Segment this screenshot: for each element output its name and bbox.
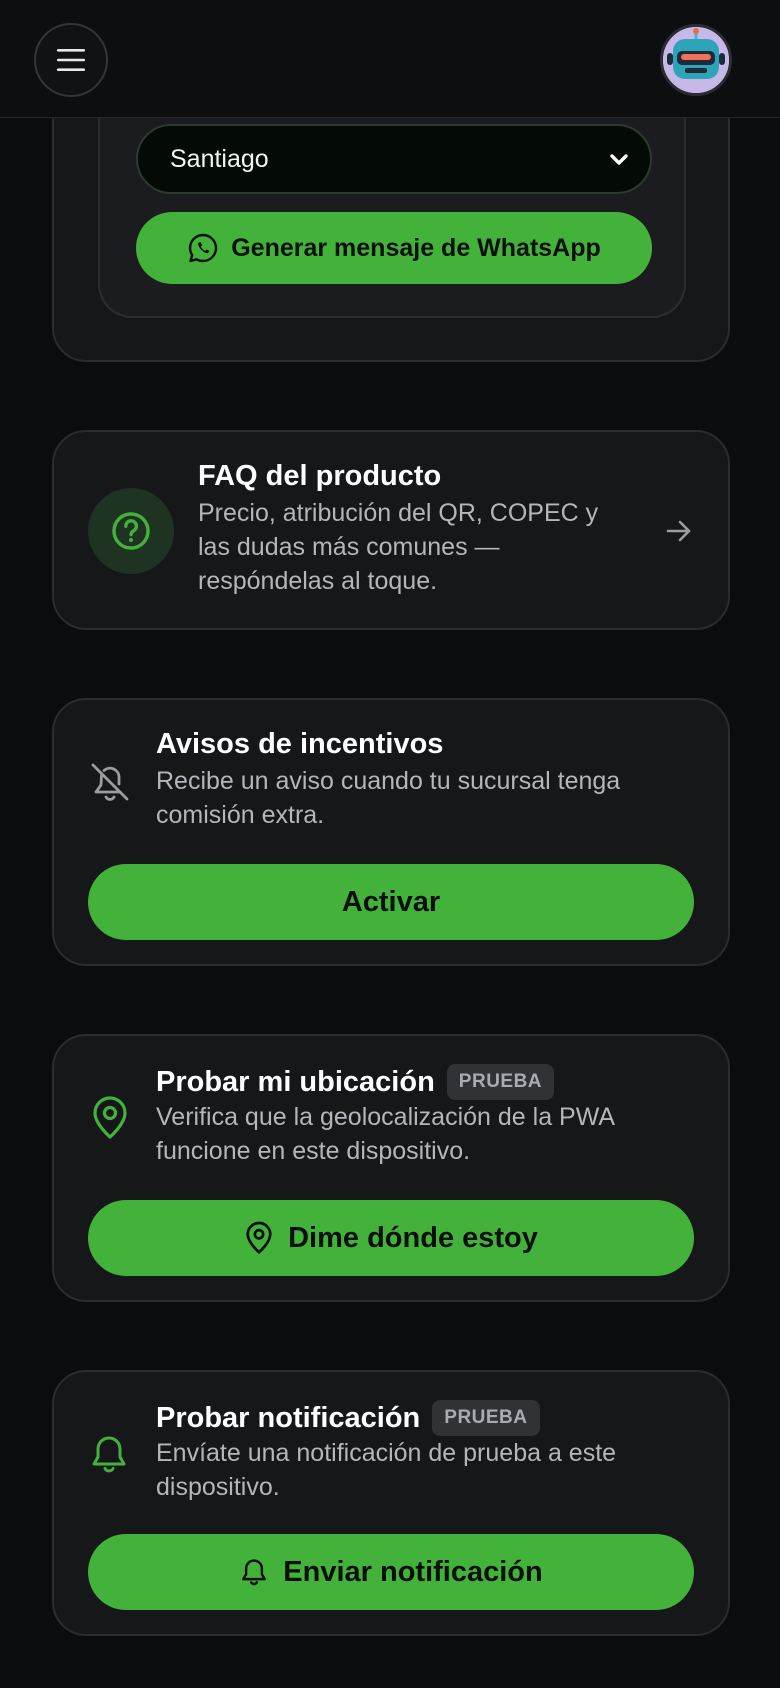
faq-description-line-2: las dudas más comunes —: [198, 533, 500, 561]
incentives-title: Avisos de incentivos: [156, 728, 444, 760]
activate-button[interactable]: Activar: [88, 864, 694, 940]
test-badge: PRUEBA: [446, 1064, 555, 1100]
location-title: Probar mi ubicación: [156, 1066, 435, 1098]
activate-button-label: Activar: [341, 885, 441, 918]
faq-card[interactable]: FAQ del producto Precio, atribución del …: [52, 430, 730, 630]
hamburger-menu-icon: [57, 49, 85, 71]
bell-icon: [92, 1436, 126, 1473]
test-badge: PRUEBA: [432, 1400, 540, 1436]
menu-button[interactable]: [34, 23, 108, 97]
page: Santiago Generar mensaje de WhatsApp FAQ…: [0, 0, 780, 1688]
bell-off-icon: [91, 763, 129, 801]
map-pin-icon: [246, 1221, 272, 1254]
location-description-line-2: funcione en este dispositivo.: [156, 1137, 471, 1165]
whatsapp-icon: [189, 233, 218, 263]
location-test-card: Probar mi ubicación PRUEBA Verifica que l…: [52, 1034, 730, 1302]
chevron-down-icon: [610, 154, 628, 165]
faq-title: FAQ del producto: [198, 460, 442, 492]
top-bar: [0, 0, 780, 118]
robot-avatar-icon: [663, 27, 729, 93]
map-pin-icon: [93, 1096, 127, 1139]
faq-icon-wrapper: [88, 488, 174, 574]
region-select-value: Santiago: [170, 144, 269, 173]
incentives-description-line-1: Recibe un aviso cuando tu sucursal tenga: [156, 767, 621, 795]
incentives-card: Avisos de incentivos Recibe un aviso cua…: [52, 698, 730, 966]
faq-description-line-3: respóndelas al toque.: [198, 567, 438, 595]
send-notification-button-label: Enviar notificación: [283, 1555, 543, 1588]
incentives-description-line-2: comisión extra.: [156, 801, 325, 829]
notification-title: Probar notificación: [156, 1402, 421, 1434]
arrow-right-icon: [666, 520, 691, 542]
locate-me-button[interactable]: Dime dónde estoy: [88, 1200, 694, 1276]
notification-title-row: Probar notificación PRUEBA: [156, 1400, 540, 1436]
bell-icon: [242, 1559, 267, 1586]
location-title-row: Probar mi ubicación PRUEBA: [156, 1064, 555, 1100]
generate-whatsapp-button[interactable]: Generar mensaje de WhatsApp: [136, 212, 652, 284]
locate-me-button-label: Dime dónde estoy: [288, 1221, 538, 1254]
question-circle-icon: [112, 512, 150, 550]
notification-description-line-2: dispositivo.: [156, 1473, 280, 1501]
region-select[interactable]: Santiago: [136, 124, 652, 194]
location-description-line-1: Verifica que la geolocalización de la PW…: [156, 1103, 616, 1131]
notification-description-line-1: Envíate una notificación de prueba a est…: [156, 1439, 617, 1467]
whatsapp-button-label: Generar mensaje de WhatsApp: [231, 233, 601, 262]
faq-description-line-1: Precio, atribución del QR, COPEC y: [198, 499, 599, 527]
notification-test-card: Probar notificación PRUEBA Envíate una no…: [52, 1370, 730, 1636]
send-notification-button[interactable]: Enviar notificación: [88, 1534, 694, 1610]
avatar[interactable]: [660, 24, 732, 96]
